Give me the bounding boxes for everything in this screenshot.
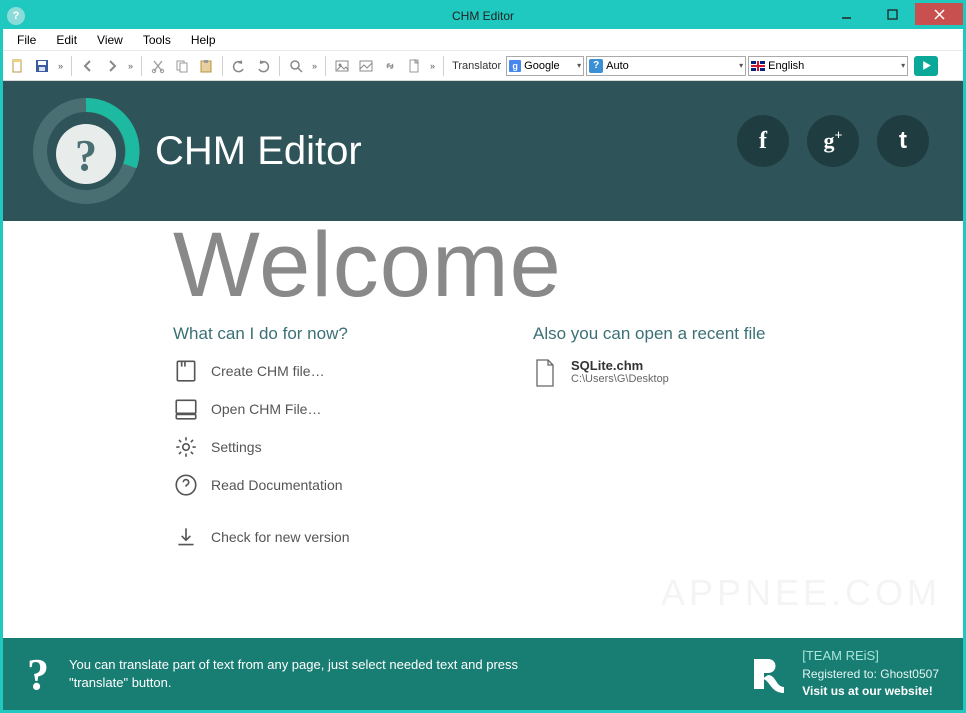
facebook-button[interactable]: f	[737, 115, 789, 167]
redo-button[interactable]	[252, 55, 274, 77]
download-icon	[173, 524, 199, 550]
create-chm-action[interactable]: Create CHM file…	[173, 358, 503, 384]
save-button[interactable]	[31, 55, 53, 77]
action-label: Create CHM file…	[211, 363, 325, 379]
menu-file[interactable]: File	[9, 31, 44, 49]
team-logo	[746, 653, 788, 695]
action-label: Settings	[211, 439, 262, 455]
help-icon	[173, 472, 199, 498]
content-area: ? CHM Editor f g+ t Welcome What can I d…	[3, 81, 963, 710]
auto-lang-icon: ?	[589, 59, 603, 73]
toolbar-overflow-3[interactable]: »	[309, 61, 320, 71]
cut-button[interactable]	[147, 55, 169, 77]
registered-to: Registered to: Ghost0507	[802, 666, 939, 683]
app-icon: ?	[7, 7, 25, 25]
uk-flag-icon	[751, 59, 765, 73]
menu-tools[interactable]: Tools	[135, 31, 179, 49]
zoom-button[interactable]	[285, 55, 307, 77]
translator-service-combo[interactable]: g Google▾	[506, 56, 584, 76]
insert-link-button[interactable]	[379, 55, 401, 77]
menu-edit[interactable]: Edit	[48, 31, 85, 49]
google-icon: g	[509, 60, 521, 72]
watermark: APPNEE.COM	[661, 572, 941, 614]
menu-help[interactable]: Help	[183, 31, 224, 49]
tip-text: You can translate part of text from any …	[69, 656, 549, 692]
facebook-icon: f	[759, 128, 767, 155]
close-button[interactable]	[915, 3, 963, 25]
translate-run-button[interactable]	[914, 56, 938, 76]
team-website-link[interactable]: Visit us at our website!	[802, 683, 939, 700]
recent-file-path: C:\Users\G\Desktop	[571, 373, 669, 385]
toolbar-overflow-4[interactable]: »	[427, 61, 438, 71]
recent-column: Also you can open a recent file SQLite.c…	[533, 324, 863, 562]
recent-file-item[interactable]: SQLite.chm C:\Users\G\Desktop	[533, 358, 863, 392]
app-logo: ?	[31, 96, 141, 206]
insert-image-button[interactable]	[331, 55, 353, 77]
paste-button[interactable]	[195, 55, 217, 77]
source-lang-combo[interactable]: ? Auto▾	[586, 56, 746, 76]
insert-file-button[interactable]	[403, 55, 425, 77]
team-name: [TEAM REiS]	[802, 647, 939, 666]
actions-heading: What can I do for now?	[173, 324, 503, 344]
forward-button[interactable]	[101, 55, 123, 77]
action-label: Open CHM File…	[211, 401, 321, 417]
action-label: Read Documentation	[211, 477, 343, 493]
welcome-heading: Welcome	[173, 215, 963, 316]
actions-column: What can I do for now? Create CHM file… …	[173, 324, 503, 562]
hero-title: CHM Editor	[155, 129, 362, 174]
target-lang-combo[interactable]: English▾	[748, 56, 908, 76]
copy-button[interactable]	[171, 55, 193, 77]
action-label: Check for new version	[211, 529, 350, 545]
check-update-action[interactable]: Check for new version	[173, 524, 503, 550]
translator-label: Translator	[452, 60, 501, 72]
create-file-icon	[173, 358, 199, 384]
open-file-icon	[173, 396, 199, 422]
googleplus-button[interactable]: g+	[807, 115, 859, 167]
toolbar: » » » » Translator g Google▾ ? Auto▾	[3, 51, 963, 81]
menu-view[interactable]: View	[89, 31, 131, 49]
new-file-button[interactable]	[7, 55, 29, 77]
documentation-action[interactable]: Read Documentation	[173, 472, 503, 498]
twitter-icon: t	[899, 127, 907, 155]
hero-banner: ? CHM Editor f g+ t	[3, 81, 963, 221]
insert-image-2-button[interactable]	[355, 55, 377, 77]
footer: ? You can translate part of text from an…	[3, 638, 963, 710]
recent-heading: Also you can open a recent file	[533, 324, 863, 344]
file-icon	[533, 358, 559, 392]
back-button[interactable]	[77, 55, 99, 77]
toolbar-overflow-1[interactable]: »	[55, 61, 66, 71]
open-chm-action[interactable]: Open CHM File…	[173, 396, 503, 422]
maximize-button[interactable]	[869, 3, 915, 25]
googleplus-icon: g+	[824, 128, 843, 154]
titlebar: ? CHM Editor	[3, 3, 963, 29]
window-title: CHM Editor	[3, 9, 963, 23]
recent-file-name: SQLite.chm	[571, 358, 669, 373]
undo-button[interactable]	[228, 55, 250, 77]
gear-icon	[173, 434, 199, 460]
svg-text:?: ?	[75, 131, 97, 180]
toolbar-overflow-2[interactable]: »	[125, 61, 136, 71]
tip-icon: ?	[27, 649, 49, 700]
twitter-button[interactable]: t	[877, 115, 929, 167]
minimize-button[interactable]	[823, 3, 869, 25]
settings-action[interactable]: Settings	[173, 434, 503, 460]
menubar: File Edit View Tools Help	[3, 29, 963, 51]
